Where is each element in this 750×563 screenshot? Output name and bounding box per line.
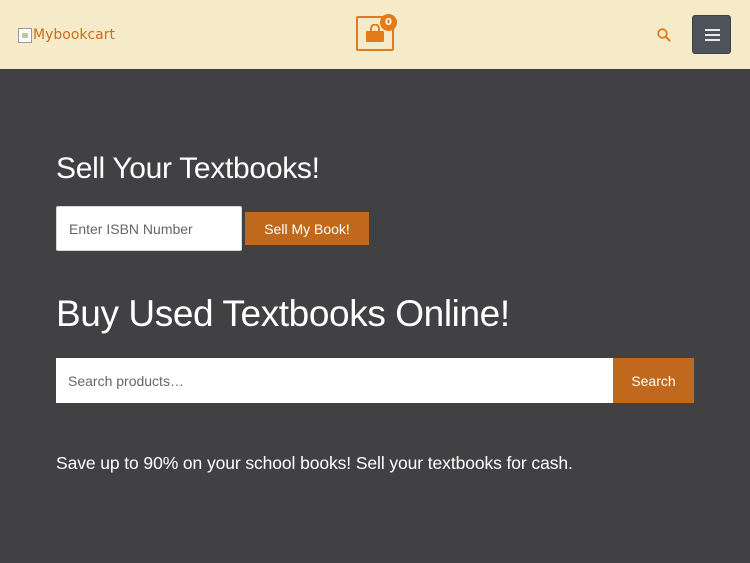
search-button[interactable]: Search (613, 358, 694, 403)
site-header: Mybookcart 0 (0, 0, 750, 69)
isbn-input[interactable] (56, 206, 242, 251)
broken-image-icon (18, 27, 32, 43)
product-search-input[interactable] (56, 358, 613, 403)
sell-my-book-button[interactable]: Sell My Book! (245, 212, 369, 245)
search-icon[interactable] (656, 27, 672, 43)
hamburger-menu-button[interactable] (692, 15, 731, 54)
sell-heading: Sell Your Textbooks! (56, 152, 320, 185)
hamburger-menu-icon (705, 29, 720, 31)
site-logo[interactable]: Mybookcart (18, 27, 115, 43)
buy-heading: Buy Used Textbooks Online! (56, 293, 510, 334)
logo-alt-text: Mybookcart (33, 27, 116, 43)
cart-count-badge: 0 (380, 14, 397, 31)
tagline-text: Save up to 90% on your school books! Sel… (56, 453, 573, 473)
